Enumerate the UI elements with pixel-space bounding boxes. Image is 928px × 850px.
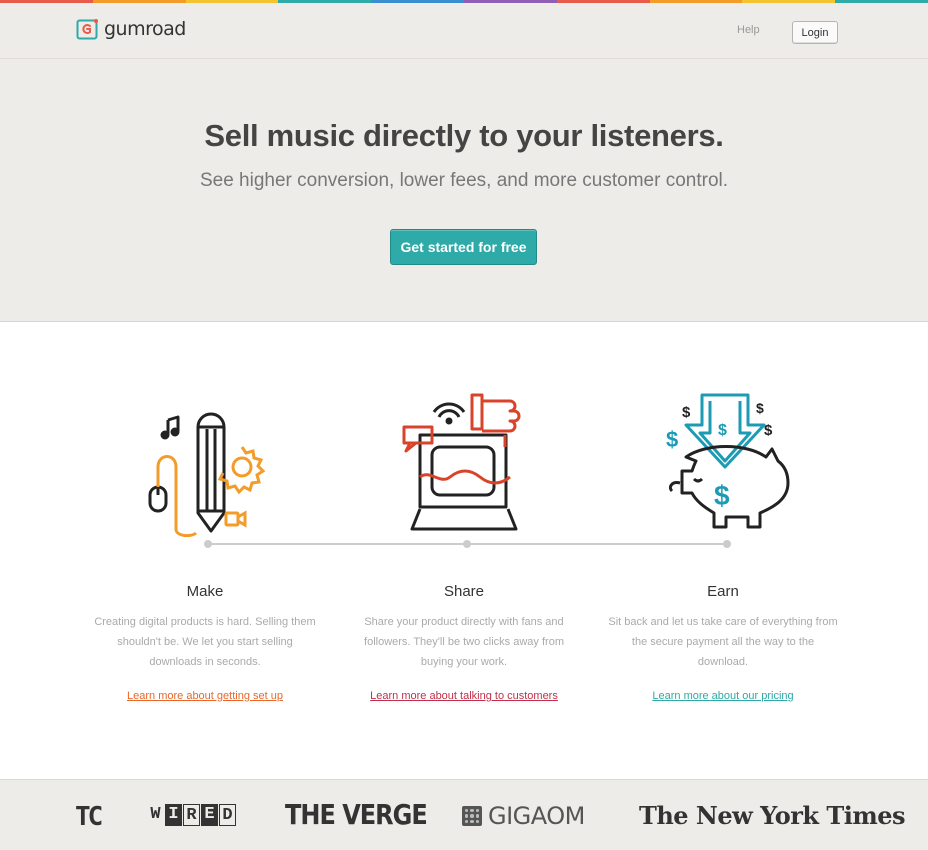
wired-logo: W I R E D bbox=[147, 804, 236, 826]
svg-text:$: $ bbox=[718, 422, 727, 439]
svg-text:$: $ bbox=[756, 400, 764, 416]
wired-letter: R bbox=[183, 804, 200, 826]
hero-subtitle: See higher conversion, lower fees, and m… bbox=[199, 170, 729, 191]
feature-description: Share your product directly with fans an… bbox=[364, 616, 564, 668]
svg-text:$: $ bbox=[682, 404, 691, 421]
timeline-dot bbox=[204, 540, 212, 548]
techcrunch-logo: TC bbox=[75, 802, 103, 832]
pencil-gear-icon bbox=[148, 412, 266, 537]
feature-earn: Earn Sit back and let us take care of ev… bbox=[608, 583, 838, 704]
feature-description: Creating digital products is hard. Selli… bbox=[94, 616, 316, 668]
gigaom-text: GIGAOM bbox=[488, 802, 585, 830]
feature-description: Sit back and let us take care of everyth… bbox=[608, 616, 838, 668]
talking-to-customers-link[interactable]: Learn more about talking to customers bbox=[370, 690, 558, 702]
login-button[interactable]: Login bbox=[792, 21, 838, 44]
getting-set-up-link[interactable]: Learn more about getting set up bbox=[127, 690, 283, 702]
site-header: gumroad Help Login bbox=[0, 3, 928, 59]
wired-letter: W bbox=[150, 805, 161, 824]
wired-letter: I bbox=[165, 804, 182, 826]
gumroad-logo[interactable]: gumroad bbox=[76, 17, 186, 41]
svg-text:$: $ bbox=[764, 422, 773, 439]
the-verge-logo: THE VERGE bbox=[285, 798, 428, 832]
logo-text: gumroad bbox=[104, 18, 186, 40]
feature-make: Make Creating digital products is hard. … bbox=[90, 583, 320, 704]
pricing-link[interactable]: Learn more about our pricing bbox=[652, 690, 793, 702]
computer-thumbs-up-icon bbox=[402, 393, 521, 531]
svg-text:$: $ bbox=[666, 427, 678, 452]
gigaom-grid-icon bbox=[462, 806, 482, 826]
feature-title: Share bbox=[443, 583, 485, 600]
feature-title: Make bbox=[186, 583, 224, 600]
timeline-dot bbox=[463, 540, 471, 548]
nyt-logo: The New York Times bbox=[639, 801, 906, 830]
press-logos-bar: TC W I R E D THE VERGE GIGAOM The New Yo… bbox=[0, 779, 928, 850]
piggy-bank-icon: $ $ $ $ $ $ bbox=[666, 393, 790, 529]
gigaom-logo: GIGAOM bbox=[462, 802, 585, 830]
gumroad-logo-icon bbox=[76, 19, 98, 40]
timeline-dot bbox=[723, 540, 731, 548]
hero-section: Sell music directly to your listeners. S… bbox=[0, 59, 928, 322]
feature-title: Earn bbox=[707, 583, 739, 600]
feature-share: Share Share your product directly with f… bbox=[349, 583, 579, 704]
get-started-button[interactable]: Get started for free bbox=[390, 229, 537, 265]
svg-text:$: $ bbox=[714, 480, 730, 511]
wired-letter: D bbox=[219, 804, 236, 826]
wired-letter: E bbox=[201, 804, 218, 826]
help-link[interactable]: Help bbox=[737, 24, 760, 36]
hero-title: Sell music directly to your listeners. bbox=[204, 118, 724, 153]
